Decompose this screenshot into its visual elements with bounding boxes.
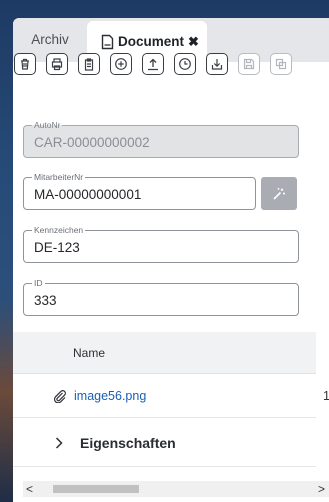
mitarbeiternr-label: MitarbeiterNr (32, 172, 86, 182)
section-label: Eigenschaften (80, 435, 176, 451)
save-icon (243, 58, 255, 70)
clipboard-button[interactable] (78, 53, 100, 75)
autonr-field: AutoNr CAR-00000000002 (23, 120, 299, 158)
document-icon (101, 34, 114, 49)
file-name-link[interactable]: image56.png (74, 389, 146, 403)
history-button[interactable] (174, 53, 196, 75)
mitarbeiternr-field[interactable]: MitarbeiterNr MA-00000000001 (23, 172, 256, 210)
copy-button[interactable] (270, 53, 292, 75)
delete-button[interactable] (14, 53, 36, 75)
eigenschaften-section[interactable]: Eigenschaften (13, 419, 316, 467)
autonr-label: AutoNr (32, 120, 63, 130)
id-value: 333 (34, 293, 57, 308)
id-label: ID (32, 278, 45, 288)
paperclip-icon (53, 390, 66, 403)
download-button[interactable] (206, 53, 228, 75)
save-button[interactable] (238, 53, 260, 75)
file-extra-value: 1 (323, 389, 329, 403)
close-tab-icon[interactable]: ✖ (188, 34, 199, 50)
kennzeichen-field[interactable]: Kennzeichen DE-123 (23, 225, 299, 263)
add-circle-icon (115, 58, 127, 70)
id-field[interactable]: ID 333 (23, 278, 299, 316)
scrollbar-thumb[interactable] (53, 485, 139, 493)
file-row[interactable]: image56.png 1 (13, 374, 329, 418)
copy-icon (275, 58, 287, 70)
column-name-header[interactable]: Name (73, 346, 105, 360)
magic-wand-icon (273, 187, 285, 200)
horizontal-scrollbar[interactable]: < > (23, 481, 329, 497)
mitarbeiternr-value: MA-00000000001 (34, 187, 142, 202)
scroll-right-icon[interactable]: > (318, 482, 325, 496)
print-icon (51, 58, 63, 71)
upload-icon (148, 58, 158, 71)
tab-document-label: Document (118, 34, 185, 49)
scroll-left-icon[interactable]: < (26, 482, 33, 496)
generate-number-button[interactable] (261, 177, 297, 210)
download-icon (211, 59, 223, 70)
kennzeichen-value: DE-123 (34, 240, 80, 255)
clipboard-icon (84, 58, 94, 71)
kennzeichen-label: Kennzeichen (32, 225, 86, 235)
clock-icon (179, 58, 191, 70)
tab-archiv-label: Archiv (31, 32, 69, 47)
trash-icon (21, 58, 29, 70)
upload-button[interactable] (142, 53, 164, 75)
chevron-right-icon (55, 437, 63, 449)
file-list-header: Name (13, 332, 316, 374)
autonr-value: CAR-00000000002 (34, 135, 150, 150)
add-button[interactable] (110, 53, 132, 75)
print-button[interactable] (46, 53, 68, 75)
toolbar (14, 53, 329, 77)
